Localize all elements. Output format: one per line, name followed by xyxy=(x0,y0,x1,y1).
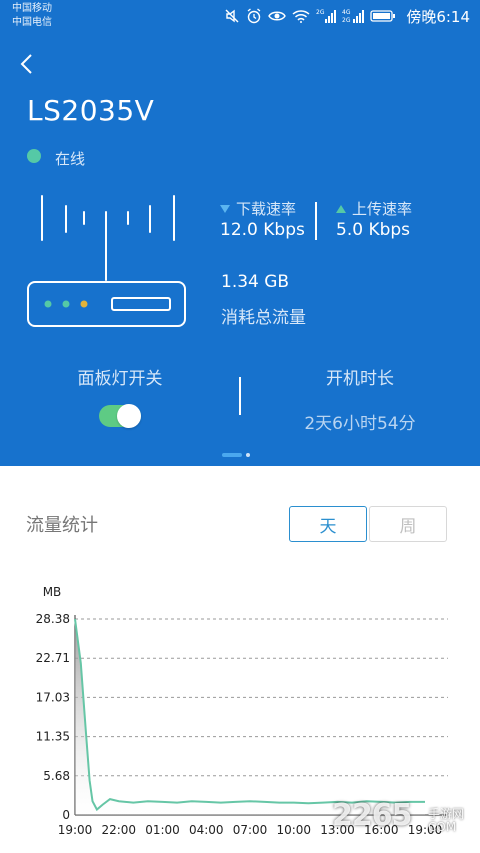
status-time: 傍晚6:14 xyxy=(406,7,470,26)
traffic-stats-title: 流量统计 xyxy=(26,515,98,536)
online-status-dot xyxy=(27,149,41,163)
x-tick-label: 04:00 xyxy=(189,823,224,837)
y-tick-label: 22.71 xyxy=(36,651,70,665)
status-icons: 2G 4G 2G 傍晚6:14 xyxy=(224,6,470,26)
upload-label-text: 上传速率 xyxy=(352,200,413,218)
x-tick-label: 10:00 xyxy=(276,823,311,837)
y-tick-label: 5.68 xyxy=(43,769,70,783)
x-tick-label: 07:00 xyxy=(233,823,268,837)
carrier-1: 中国移动 xyxy=(12,3,52,14)
eye-icon xyxy=(268,11,287,21)
watermark-small: 手游网 COM xyxy=(428,808,464,834)
panel-light-toggle[interactable] xyxy=(99,404,141,428)
y-tick-label: 28.38 xyxy=(36,612,70,626)
mute-icon xyxy=(225,9,239,23)
y-tick-label: 0 xyxy=(62,808,70,822)
page-indicator xyxy=(222,453,250,457)
svg-text:2G: 2G xyxy=(342,17,351,24)
download-arrow-icon xyxy=(220,204,230,213)
alarm-icon xyxy=(247,8,261,24)
download-value: 12.0 Kbps xyxy=(220,220,305,240)
back-button[interactable] xyxy=(14,50,42,78)
panel-light-label: 面板灯开关 xyxy=(77,369,163,389)
tab-day[interactable]: 天 xyxy=(289,506,367,542)
uptime-value: 2天6小时54分 xyxy=(304,414,416,434)
router-icon xyxy=(27,195,186,327)
upload-label: 上传速率 xyxy=(336,198,412,219)
download-label: 下载速率 xyxy=(220,198,296,219)
signal-4g-icon: 4G2G xyxy=(342,9,365,24)
y-tick-label: 11.35 xyxy=(36,730,70,744)
watermark: 2265 xyxy=(332,798,412,833)
y-tick-label: 17.03 xyxy=(36,690,70,704)
x-tick-label: 19:00 xyxy=(58,823,93,837)
page-indicator-active xyxy=(222,453,242,457)
upload-arrow-icon xyxy=(336,204,346,213)
status-bar: 中国移动 中国电信 2G 4G 2G 傍晚6:14 xyxy=(0,0,480,32)
traffic-area xyxy=(75,619,425,815)
y-axis-label: MB xyxy=(43,585,62,599)
uptime-label: 开机时长 xyxy=(326,369,394,389)
speed-divider xyxy=(315,202,317,240)
x-tick-label: 22:00 xyxy=(101,823,136,837)
upload-value: 5.0 Kbps xyxy=(336,220,411,240)
download-label-text: 下载速率 xyxy=(236,200,297,218)
watermark-com: COM xyxy=(428,820,457,834)
battery-icon xyxy=(370,10,396,22)
device-name: LS2035V xyxy=(27,94,155,127)
toggle-knob xyxy=(117,404,141,428)
page-indicator-dot xyxy=(246,453,250,457)
online-status-text: 在线 xyxy=(55,150,86,168)
carrier-2: 中国电信 xyxy=(12,17,52,28)
tab-week[interactable]: 周 xyxy=(369,506,447,542)
total-traffic-label: 消耗总流量 xyxy=(221,308,306,328)
device-header: LS2035V 在线 下载速率 12.0 Kbps 上传速率 5.0 Kbps … xyxy=(0,32,480,466)
traffic-line xyxy=(74,618,425,812)
svg-text:2G: 2G xyxy=(316,9,325,16)
signal-2g-icon: 2G xyxy=(316,9,337,23)
x-tick-label: 01:00 xyxy=(145,823,180,837)
wifi-icon xyxy=(292,10,310,23)
watermark-text: 手游网 xyxy=(428,807,465,821)
total-traffic-value: 1.34 GB xyxy=(221,272,290,292)
svg-text:4G: 4G xyxy=(342,9,351,16)
